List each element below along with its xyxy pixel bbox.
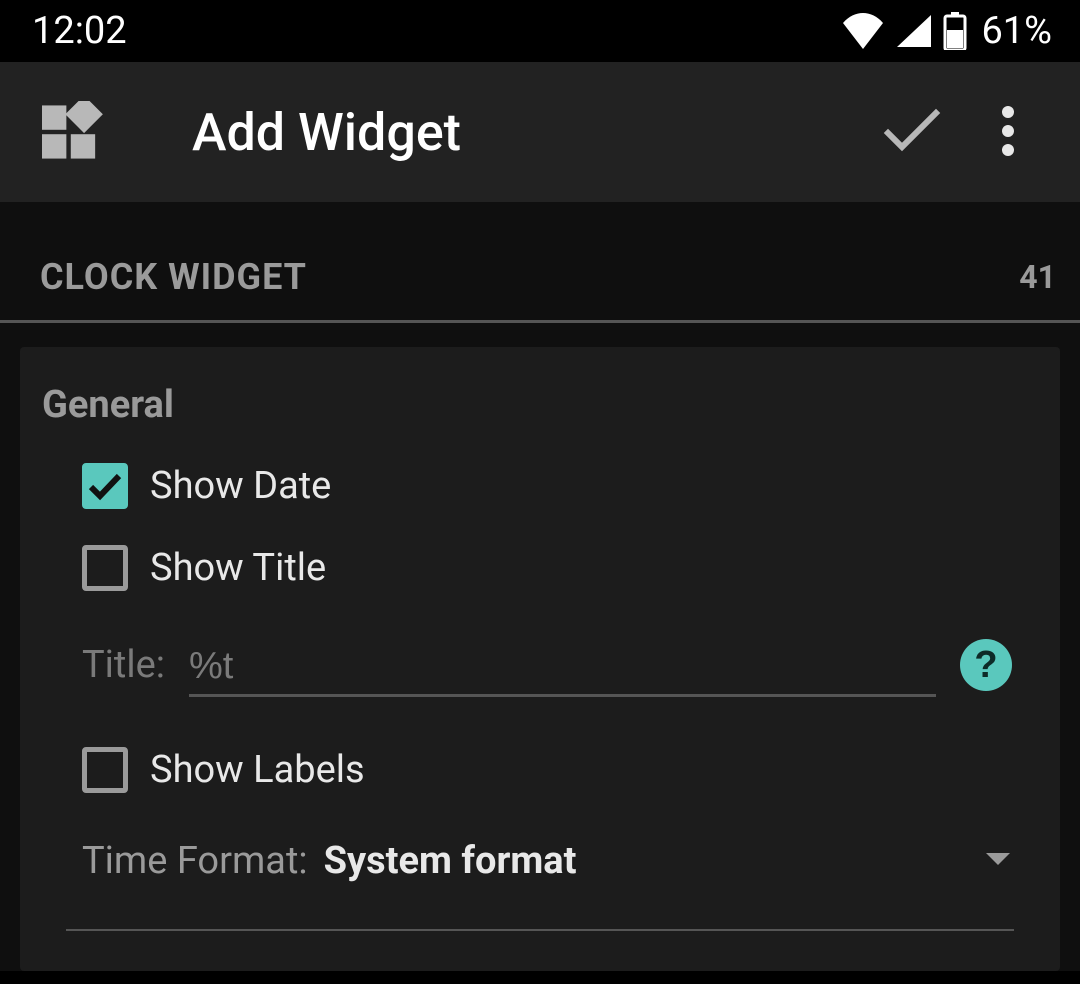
title-help-button[interactable]: ? [960,639,1012,691]
show-title-row[interactable]: Show Title [20,527,1060,609]
status-bar: 12:02 61% [0,0,1080,62]
title-field-row: Title: ? [20,609,1060,707]
time-format-row[interactable]: Time Format: System format [20,811,1060,901]
app-icon [42,101,104,163]
show-date-checkbox[interactable] [82,463,128,509]
more-vert-icon [1002,106,1014,159]
battery-icon [943,12,967,50]
overflow-menu-button[interactable] [960,84,1056,180]
show-title-checkbox[interactable] [82,545,128,591]
show-labels-checkbox[interactable] [82,747,128,793]
title-input-wrap [189,645,936,697]
content: CLOCK WIDGET 41 General Show Date Show T… [0,202,1080,971]
checkmark-icon [882,107,942,158]
chevron-down-icon [984,851,1012,871]
show-title-label: Show Title [150,546,326,590]
status-time: 12:02 [32,9,127,53]
battery-percent: 61% [981,9,1052,53]
wifi-icon [841,13,885,49]
section-title: CLOCK WIDGET [40,256,307,298]
show-date-row[interactable]: Show Date [20,445,1060,527]
help-icon: ? [974,644,997,687]
group-title: General [20,377,1060,445]
title-input[interactable] [189,645,936,688]
confirm-button[interactable] [864,84,960,180]
section-header: CLOCK WIDGET 41 [0,202,1080,323]
page-title: Add Widget [192,102,864,163]
title-field-label: Title: [82,643,165,697]
general-card: General Show Date Show Title Title: ? [20,347,1060,971]
status-right: 61% [841,9,1052,53]
section-count: 41 [1019,258,1056,296]
time-format-label: Time Format: [82,839,308,883]
show-labels-label: Show Labels [150,748,365,792]
show-labels-row[interactable]: Show Labels [20,707,1060,811]
time-format-value: System format [324,839,968,883]
cellular-icon [895,13,933,49]
app-bar: Add Widget [0,62,1080,202]
check-icon [87,471,123,501]
divider [66,929,1014,931]
show-date-label: Show Date [150,464,331,508]
